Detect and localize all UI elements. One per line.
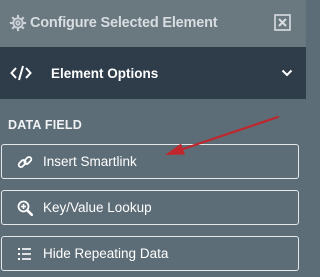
chevron-down-icon[interactable]: [281, 68, 293, 78]
key-value-lookup-button[interactable]: Key/Value Lookup: [1, 190, 299, 225]
hide-repeating-data-button[interactable]: Hide Repeating Data: [1, 236, 299, 271]
insert-smartlink-button[interactable]: Insert Smartlink: [1, 144, 299, 179]
element-options-title: Element Options: [51, 66, 159, 81]
panel-header: Configure Selected Element: [0, 0, 306, 47]
data-field-label: DATA FIELD: [8, 118, 82, 132]
close-box-icon[interactable]: [274, 14, 291, 31]
panel-title: Configure Selected Element: [30, 15, 218, 31]
insert-smartlink-label: Insert Smartlink: [43, 154, 137, 169]
link-icon: [17, 156, 33, 168]
search-plus-icon: [17, 200, 33, 216]
code-icon: [10, 65, 32, 81]
key-value-lookup-label: Key/Value Lookup: [43, 200, 152, 215]
hide-repeating-data-label: Hide Repeating Data: [43, 246, 169, 261]
element-options-header[interactable]: Element Options: [0, 47, 306, 99]
list-icon: [18, 248, 31, 260]
gear-icon: [9, 14, 27, 32]
